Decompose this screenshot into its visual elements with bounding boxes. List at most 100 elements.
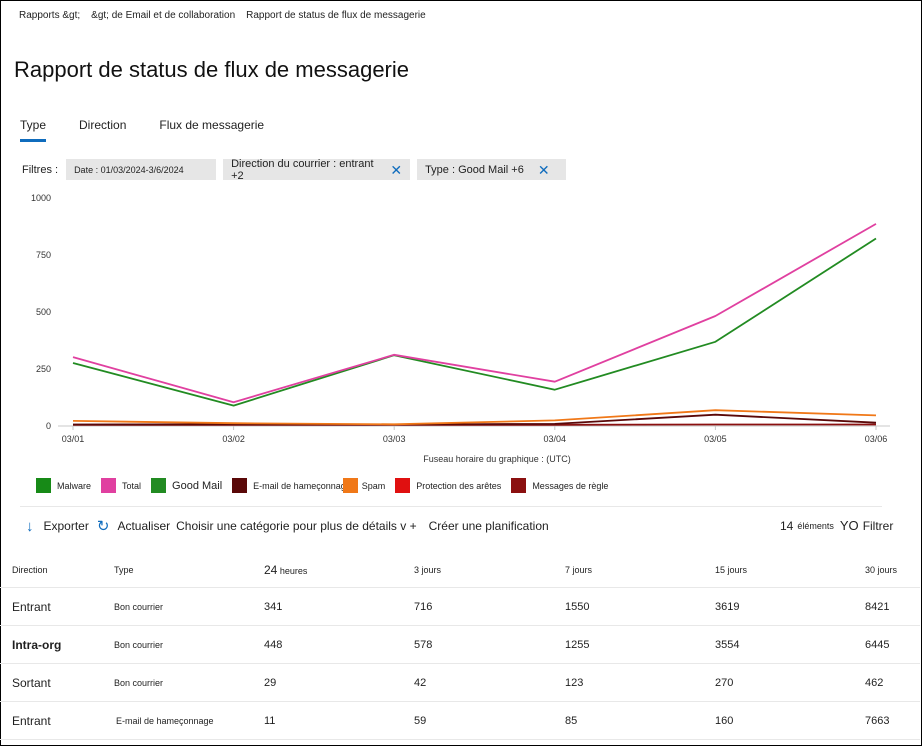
- column-header-24h-unit: heures: [279, 565, 308, 576]
- table-row[interactable]: Intra-org Bon courrier 448 578 1255 3554…: [0, 626, 920, 664]
- tab-bar: Type Direction Flux de messagerie: [20, 118, 297, 142]
- filter-chip-date-label: Date : 01/03/2024-3/6/2024: [74, 164, 184, 175]
- legend-label: Total: [122, 480, 142, 491]
- x-tick-label: 03/04: [544, 434, 567, 444]
- x-tick-label: 03/02: [222, 434, 245, 444]
- cell-30d: 7663: [865, 714, 890, 727]
- legend-swatch: [511, 478, 527, 493]
- filter-chip-type-label: Type : Good Mail +6: [425, 163, 524, 176]
- cell-direction: Sortant: [12, 675, 51, 690]
- cell-3d: 59: [414, 714, 427, 727]
- legend-swatch: [342, 478, 358, 493]
- cell-type: E-mail de hameçonnage: [116, 715, 214, 726]
- cell-direction: Entrant: [12, 713, 51, 728]
- legend-label: Good Mail: [172, 479, 223, 492]
- chart-legend: Malware Total Good Mail E-mail de hameço…: [36, 478, 618, 493]
- toolbar: ↓ Exporter ↻ Actualiser Choisir une caté…: [26, 517, 557, 536]
- filter-chip-direction[interactable]: Direction du courrier : entrant +2 ✕: [223, 157, 411, 182]
- item-count-unit: éléments: [797, 520, 834, 531]
- export-button[interactable]: ↓ Exporter: [26, 518, 89, 535]
- filter-button[interactable]: Filtrer: [863, 519, 894, 533]
- filter-chip-direction-label: Direction du courrier : entrant +2: [231, 157, 374, 182]
- legend-item-rule-messages[interactable]: Messages de règle: [511, 478, 608, 493]
- filter-glyph: YO: [839, 518, 859, 533]
- column-header-30d[interactable]: 30 jours: [865, 565, 897, 575]
- x-tick-label: 03/01: [62, 434, 85, 444]
- table-row[interactable]: Entrant E-mail de hameçonnage 11 59 85 1…: [0, 702, 920, 740]
- column-header-direction[interactable]: Direction: [12, 565, 48, 575]
- schedule-label: Créer une planification: [428, 519, 549, 533]
- y-tick-label: 750: [36, 250, 51, 260]
- cell-direction: Entrant: [12, 599, 51, 614]
- cell-3d: 716: [414, 600, 433, 613]
- legend-label: Protection des arêtes: [416, 480, 502, 491]
- breadcrumb-item-current: Rapport de status de flux de messagerie: [246, 10, 426, 21]
- legend-item-spam[interactable]: Spam: [342, 478, 386, 493]
- mail-flow-line-chart: 0 250 500 750 1000 03/01 03/02 03/03 03/04 03/05 0…: [31, 193, 890, 464]
- cell-7d: 1255: [565, 638, 590, 651]
- column-header-15d[interactable]: 15 jours: [715, 565, 747, 575]
- filter-chip-date[interactable]: Date : 01/03/2024-3/6/2024: [66, 159, 217, 180]
- y-tick-label: 0: [46, 421, 51, 431]
- legend-item-malware[interactable]: Malware: [36, 478, 91, 493]
- table-header-row: Direction Type 24 heures 3 jours 7 jours…: [0, 552, 920, 588]
- filters-label: Filtres :: [22, 163, 59, 176]
- tab-direction[interactable]: Direction: [79, 118, 126, 142]
- download-icon: ↓: [26, 517, 34, 535]
- column-header-3d[interactable]: 3 jours: [414, 565, 441, 575]
- close-icon[interactable]: ✕: [538, 163, 550, 177]
- y-tick-label: 500: [36, 307, 51, 317]
- create-schedule-button[interactable]: Créer une planification: [429, 519, 549, 533]
- cell-30d: 8421: [865, 600, 890, 613]
- cell-7d: 1550: [565, 600, 590, 613]
- refresh-button[interactable]: ↻ Actualiser: [97, 517, 170, 535]
- column-header-7d[interactable]: 7 jours: [565, 565, 592, 575]
- legend-item-total[interactable]: Total: [101, 478, 141, 493]
- filter-chip-type[interactable]: Type : Good Mail +6 ✕: [417, 159, 567, 180]
- breadcrumb-item-reports[interactable]: Rapports &gt;: [19, 10, 80, 21]
- legend-item-phishing[interactable]: E-mail de hameçonnage: [232, 478, 351, 493]
- cell-direction: Intra-org: [12, 637, 62, 652]
- refresh-label: Actualiser: [117, 519, 171, 533]
- legend-label: Messages de règle: [532, 480, 609, 491]
- x-tick-label: 03/03: [383, 434, 406, 444]
- cell-type: Bon courrier: [114, 601, 164, 612]
- tab-type[interactable]: Type: [20, 118, 47, 142]
- item-count-value: 14: [780, 518, 794, 533]
- legend-swatch: [232, 478, 248, 493]
- page-title: Rapport de status de flux de messagerie: [14, 57, 410, 82]
- filter-bar: Filtres : Date : 01/03/2024-3/6/2024 Dir…: [22, 157, 573, 182]
- table-row[interactable]: Entrant Bon courrier 341 716 1550 3619 8…: [0, 588, 920, 626]
- cell-7d: 85: [565, 714, 578, 727]
- legend-item-good-mail[interactable]: Good Mail: [151, 478, 222, 493]
- table-row[interactable]: Sortant Bon courrier 29 42 123 270 462: [0, 664, 920, 702]
- legend-label: E-mail de hameçonnage: [253, 480, 351, 491]
- x-axis-label: Fuseau horaire du graphique : (UTC): [423, 454, 571, 464]
- close-icon[interactable]: ✕: [390, 163, 402, 177]
- category-dropdown[interactable]: Choisir une catégorie pour plus de détai…: [176, 519, 416, 533]
- category-label: Choisir une catégorie pour plus de détai…: [176, 519, 417, 533]
- tab-mail-flow[interactable]: Flux de messagerie: [159, 118, 264, 142]
- breadcrumb-item-email[interactable]: &gt; de Email et de collaboration: [91, 10, 235, 21]
- legend-label: Malware: [57, 480, 92, 491]
- cell-type: Bon courrier: [114, 677, 164, 688]
- legend-label: Spam: [361, 480, 386, 491]
- legend-swatch: [36, 478, 51, 493]
- cell-15d: 160: [715, 714, 734, 727]
- cell-7d: 123: [565, 676, 584, 689]
- cell-15d: 3619: [715, 600, 740, 613]
- legend-swatch: [151, 478, 167, 493]
- series-line-good-mail: [72, 237, 877, 407]
- y-tick-label: 250: [36, 364, 51, 374]
- cell-24h: 29: [264, 676, 277, 689]
- legend-swatch: [101, 478, 117, 493]
- x-tick-label: 03/05: [704, 434, 727, 444]
- legend-swatch: [395, 478, 411, 493]
- column-header-type[interactable]: Type: [114, 565, 134, 575]
- column-header-24h[interactable]: 24 heures: [264, 563, 307, 577]
- legend-item-edge-protection[interactable]: Protection des arêtes: [395, 478, 501, 493]
- item-count: 14 éléments YO Filtrer: [780, 518, 893, 533]
- cell-30d: 6445: [865, 638, 890, 651]
- divider: [20, 506, 882, 507]
- cell-24h: 341: [264, 600, 283, 613]
